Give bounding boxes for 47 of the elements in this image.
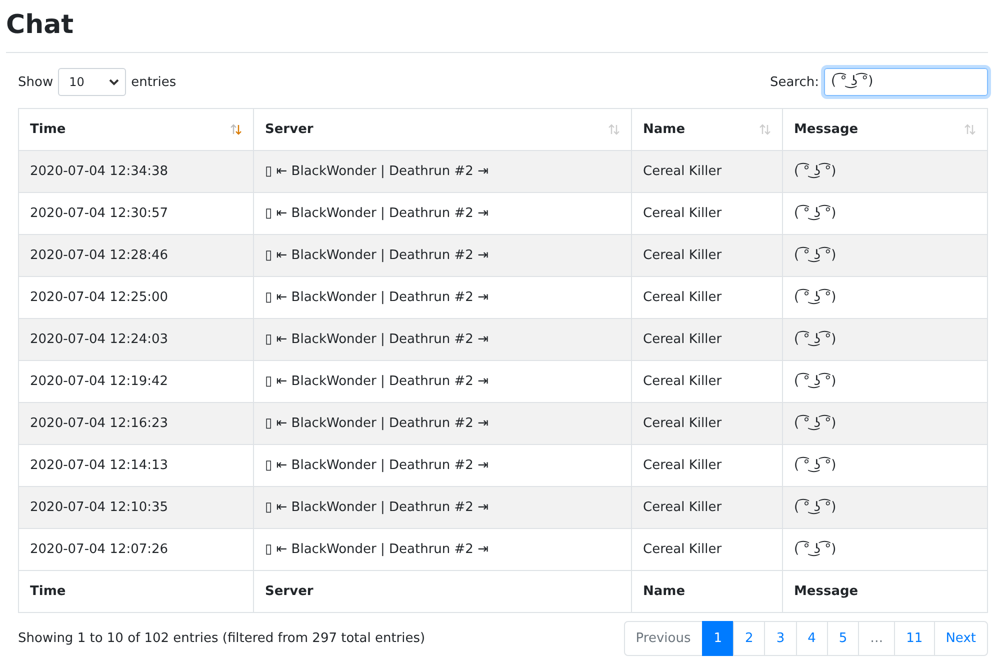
table-cell: ( ͡° ͜ʖ ͡°) <box>782 486 988 528</box>
table-cell: ▯ ⇤ BlackWonder | Deathrun #2 ⇥ <box>254 402 632 444</box>
entries-dropdown[interactable]: 10 <box>58 68 126 96</box>
table-cell: ▯ ⇤ BlackWonder | Deathrun #2 ⇥ <box>254 486 632 528</box>
table-cell: 2020-07-04 12:34:38 <box>18 150 254 192</box>
table-cell: ( ͡° ͜ʖ ͡°) <box>782 318 988 360</box>
table-cell: ▯ ⇤ BlackWonder | Deathrun #2 ⇥ <box>254 234 632 276</box>
column-footer: Server <box>254 570 632 612</box>
page-button[interactable]: 4 <box>796 621 828 656</box>
page-button[interactable]: 11 <box>894 621 935 656</box>
table-cell: Cereal Killer <box>632 318 782 360</box>
page-button[interactable]: 1 <box>702 621 734 656</box>
chevron-icon <box>109 78 120 86</box>
page-button[interactable]: 3 <box>764 621 797 656</box>
table-cell: Cereal Killer <box>632 528 782 570</box>
table-cell: 2020-07-04 12:16:23 <box>18 402 254 444</box>
table-cell: 2020-07-04 12:24:03 <box>18 318 254 360</box>
table-cell: ( ͡° ͜ʖ ͡°) <box>782 150 988 192</box>
table-cell: ▯ ⇤ BlackWonder | Deathrun #2 ⇥ <box>254 318 632 360</box>
column-header[interactable]: Server <box>254 108 632 150</box>
search-field[interactable]: ( ͡° ͜ʖ ͡°) <box>824 68 988 96</box>
table-cell: ▯ ⇤ BlackWonder | Deathrun #2 ⇥ <box>254 150 632 192</box>
table-cell: Cereal Killer <box>632 486 782 528</box>
table-cell: ( ͡° ͜ʖ ͡°) <box>782 402 988 444</box>
search-label: Search: <box>770 74 819 90</box>
entries-label: entries <box>131 74 176 90</box>
page-button[interactable]: 2 <box>733 621 766 656</box>
table-cell: Cereal Killer <box>632 234 782 276</box>
column-footer: Name <box>632 570 782 612</box>
column-header[interactable]: Time <box>18 108 254 150</box>
page-button[interactable]: Next <box>934 621 988 656</box>
column-header[interactable]: Name <box>632 108 782 150</box>
table-cell: ( ͡° ͜ʖ ͡°) <box>782 234 988 276</box>
column-footer: Time <box>18 570 254 612</box>
table-cell: ▯ ⇤ BlackWonder | Deathrun #2 ⇥ <box>254 528 632 570</box>
table-cell: Cereal Killer <box>632 402 782 444</box>
show-label: Show <box>18 74 54 90</box>
page-button[interactable]: 5 <box>826 621 860 656</box>
column-header[interactable]: Message <box>782 108 988 150</box>
column-footer: Message <box>782 570 988 612</box>
table-info: Showing 1 to 10 of 102 entries (filtered from 297 total entries) <box>18 631 426 646</box>
table-cell: Cereal Killer <box>632 150 782 192</box>
table-cell: 2020-07-04 12:28:46 <box>18 234 254 276</box>
table-cell: 2020-07-04 12:07:26 <box>18 528 254 570</box>
table-cell: 2020-07-04 12:10:35 <box>18 486 254 528</box>
table-cell: ( ͡° ͜ʖ ͡°) <box>782 528 988 570</box>
page-title: Chat <box>6 9 75 42</box>
